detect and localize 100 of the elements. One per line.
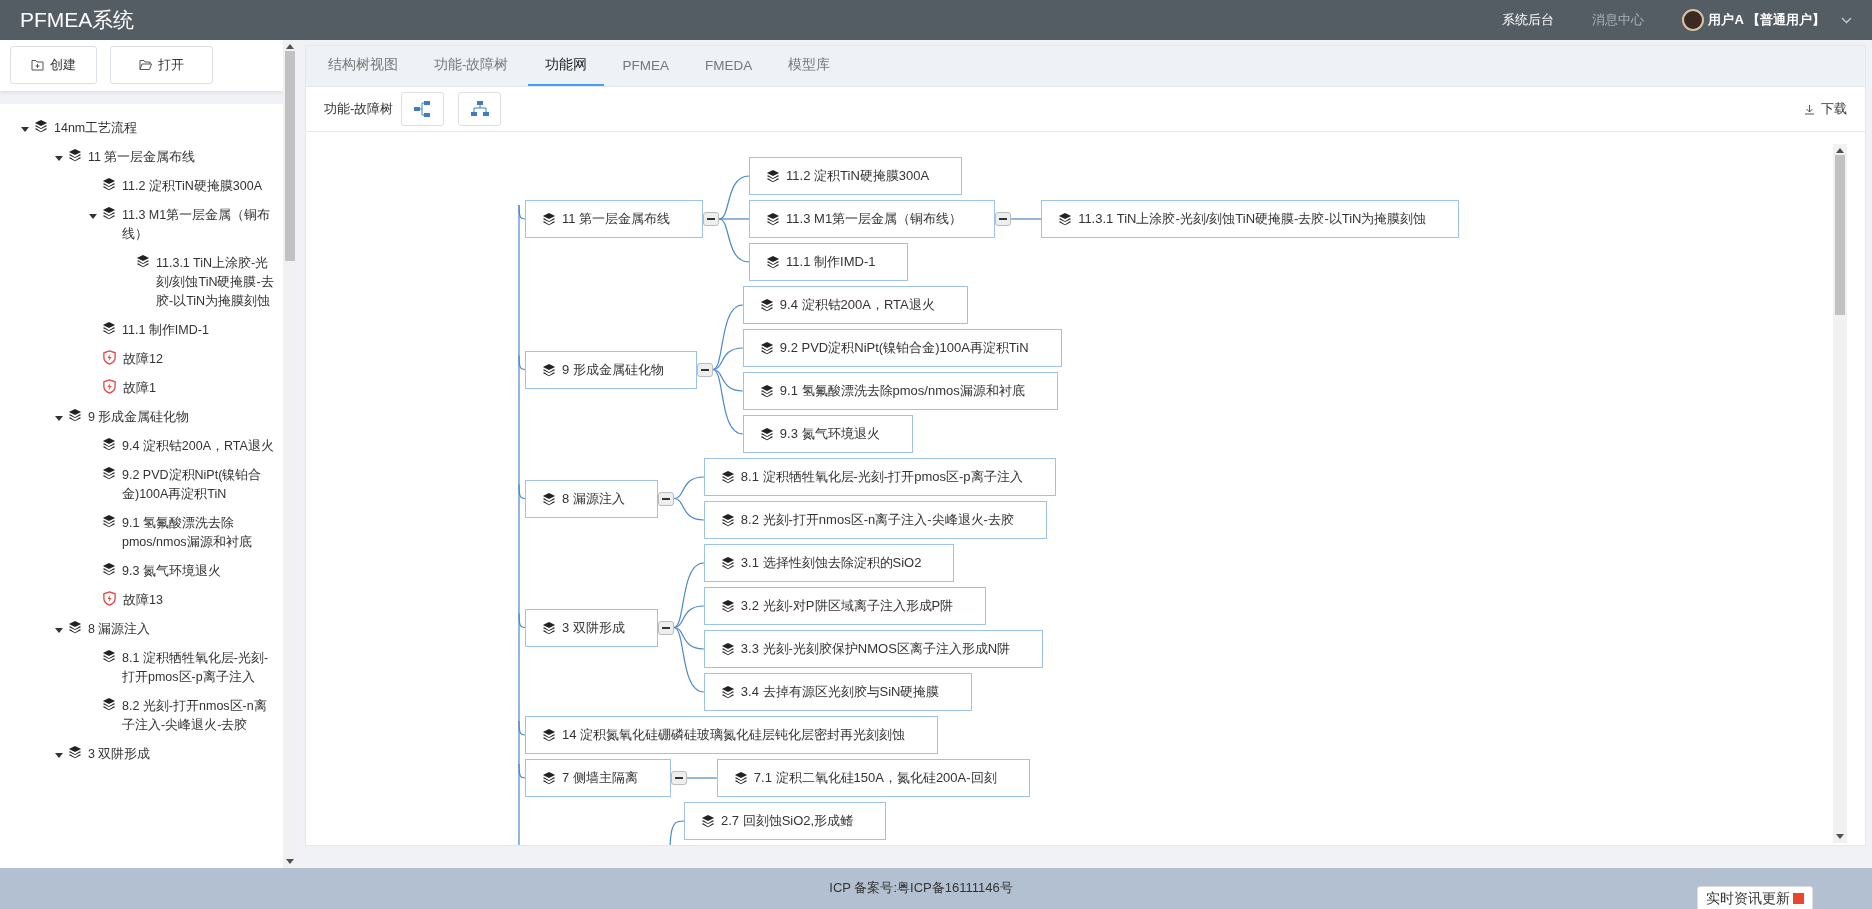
header-link[interactable]: 系统后台 [1502, 11, 1555, 29]
layers-icon [720, 642, 735, 656]
create-button[interactable]: 创建 [10, 46, 97, 84]
layers-icon [720, 685, 735, 699]
mindmap-node[interactable]: 3.3 光刻-光刻胶保护NMOS区离子注入形成N阱 [703, 630, 1044, 668]
scrollbar[interactable] [1833, 144, 1847, 843]
tree-item[interactable]: 11 第一层金属布线 [88, 148, 196, 167]
layers-icon [733, 771, 748, 785]
vertical-layout-button[interactable] [458, 92, 502, 126]
layers-icon [766, 169, 781, 183]
mindmap-node[interactable]: 11.3.1 TiN上涂胶-光刻/刻蚀TiN硬掩膜-去胶-以TiN为掩膜刻蚀 [1041, 200, 1460, 238]
news-update-button[interactable]: 实时资讯更新 [1697, 886, 1813, 909]
mindmap-node[interactable]: 11.1 制作IMD-1 [749, 243, 909, 281]
tree-item[interactable]: 8.2 光刻-打开nmos区-n离子注入-尖峰退火-去胶 [122, 697, 275, 735]
connector-line [669, 820, 685, 845]
tree-item[interactable]: 8 漏源注入 [88, 620, 151, 639]
tab[interactable]: 模型库 [771, 46, 848, 86]
tree-item[interactable]: 故障13 [123, 591, 163, 610]
tree-item[interactable]: 故障12 [123, 350, 163, 369]
tree-item[interactable]: 14nm工艺流程 [54, 119, 138, 138]
download-button[interactable]: 下载 [1798, 99, 1853, 119]
layers-icon [720, 470, 735, 484]
tree-item[interactable]: 11.3 M1第一层金属（铜布线） [122, 206, 275, 244]
fault-shield-icon [102, 379, 117, 394]
caret-icon[interactable] [54, 413, 64, 423]
download-icon [1804, 103, 1815, 115]
layers-icon [1058, 212, 1073, 226]
layers-icon [542, 491, 556, 506]
layers-icon [542, 620, 556, 635]
tree-item[interactable]: 9.4 淀积钴200A，RTA退火 [122, 437, 274, 456]
layers-icon [542, 728, 556, 742]
layers-icon [68, 148, 82, 162]
layers-icon [102, 177, 116, 191]
tree-item[interactable]: 9.1 氢氟酸漂洗去除pmos/nmos漏源和衬底 [122, 514, 275, 552]
mindmap-node[interactable]: 9 形成金属硅化物 [525, 350, 697, 389]
caret-icon[interactable] [20, 124, 30, 134]
layers-icon [542, 771, 556, 785]
layers-icon [102, 562, 116, 576]
collapse-button[interactable] [995, 212, 1012, 226]
layers-icon [102, 697, 116, 711]
layers-icon [102, 466, 116, 480]
mindmap-node[interactable]: 8.1 淀积牺牲氧化层-光刻-打开pmos区-p离子注入 [703, 458, 1056, 496]
tree-item[interactable]: 11.3.1 TiN上涂胶-光刻/刻蚀TiN硬掩膜-去胶-以TiN为掩膜刻蚀 [156, 254, 275, 311]
mindmap-node[interactable]: 11.3 M1第一层金属（铜布线） [749, 200, 996, 238]
mindmap-node[interactable]: 7.1 淀积二氧化硅150A，氮化硅200A-回刻 [716, 759, 1030, 797]
tree-item[interactable]: 故障1 [123, 379, 156, 398]
tree-item[interactable]: 9.3 氮气环境退火 [122, 562, 221, 581]
fault-shield-icon [102, 591, 117, 606]
tree-item[interactable]: 9.2 PVD淀积NiPt(镍铂合金)100A再淀积TiN [122, 466, 275, 504]
tree-item[interactable]: 11.1 制作IMD-1 [122, 321, 209, 340]
mindmap-node[interactable]: 3.4 去掉有源区光刻胶与SiN硬掩膜 [703, 673, 973, 711]
collapse-button[interactable] [703, 212, 720, 226]
mindmap-node[interactable]: 7 侧墙主隔离 [525, 759, 671, 797]
layers-icon [102, 649, 116, 663]
mindmap-node[interactable]: 9.2 PVD淀积NiPt(镍铂合金)100A再淀积TiN [742, 329, 1062, 367]
user-menu[interactable]: 用户A 【普通用户】 [1708, 11, 1825, 29]
layers-icon [68, 408, 82, 422]
folder-plus-icon [31, 59, 44, 71]
layers-icon [759, 384, 774, 398]
open-button[interactable]: 打开 [110, 46, 213, 84]
mindmap-node[interactable]: 14 淀积氮氧化硅硼磷硅玻璃氮化硅层钝化层密封再光刻刻蚀 [525, 716, 939, 754]
layers-icon [701, 814, 715, 828]
tree-item[interactable]: 9 形成金属硅化物 [88, 408, 190, 427]
horizontal-tree-icon [412, 100, 433, 118]
mindmap-node[interactable]: 3.2 光刻-对P阱区域离子注入形成P阱 [703, 587, 987, 625]
mindmap-node[interactable]: 9.1 氢氟酸漂洗去除pmos/nmos漏源和衬底 [742, 372, 1058, 410]
connector-line [673, 497, 705, 521]
tab[interactable]: PFMEA [605, 46, 686, 86]
layers-icon [102, 514, 116, 528]
mindmap-node[interactable]: 3 双阱形成 [525, 608, 658, 647]
mindmap-node[interactable]: 9.3 氮气环境退火 [742, 415, 913, 453]
tree-item[interactable]: 3 双阱形成 [88, 745, 151, 764]
mindmap-node[interactable]: 11 第一层金属布线 [525, 200, 704, 238]
connector-line [686, 777, 718, 779]
mindmap-node[interactable]: 8 漏源注入 [525, 479, 658, 518]
caret-icon[interactable] [54, 750, 64, 760]
user-avatar[interactable] [1682, 9, 1705, 31]
layers-icon [759, 427, 774, 441]
mindmap-node[interactable]: 2.7 回刻蚀SiO2,形成鳍 [684, 802, 887, 840]
tree-item[interactable]: 11.2 淀积TiN硬掩膜300A [122, 177, 263, 196]
layers-icon [68, 745, 82, 759]
tab[interactable]: FMEDA [688, 46, 770, 86]
mindmap-node[interactable]: 11.2 淀积TiN硬掩膜300A [749, 157, 963, 195]
scrollbar[interactable] [283, 40, 297, 868]
chevron-down-icon[interactable] [1841, 16, 1852, 24]
mindmap-node[interactable]: 3.1 选择性刻蚀去除淀积的SiO2 [703, 544, 955, 582]
mindmap-node[interactable]: 8.2 光刻-打开nmos区-n离子注入-尖峰退火-去胶 [703, 501, 1047, 539]
layers-icon [102, 321, 116, 335]
vertical-tree-icon [469, 100, 490, 118]
horizontal-layout-button[interactable] [401, 92, 445, 126]
layers-icon [720, 513, 735, 527]
caret-icon[interactable] [54, 625, 64, 635]
caret-icon[interactable] [88, 211, 98, 221]
tab[interactable]: 结构树视图 [311, 46, 415, 86]
tree-item[interactable]: 8.1 淀积牺牲氧化层-光刻-打开pmos区-p离子注入 [122, 649, 275, 687]
tab[interactable]: 功能-故障树 [417, 46, 526, 86]
layers-icon [542, 362, 556, 377]
folder-icon [139, 59, 152, 71]
mindmap-node[interactable]: 9.4 淀积钴200A，RTA退火 [742, 286, 968, 324]
caret-icon[interactable] [54, 153, 64, 163]
